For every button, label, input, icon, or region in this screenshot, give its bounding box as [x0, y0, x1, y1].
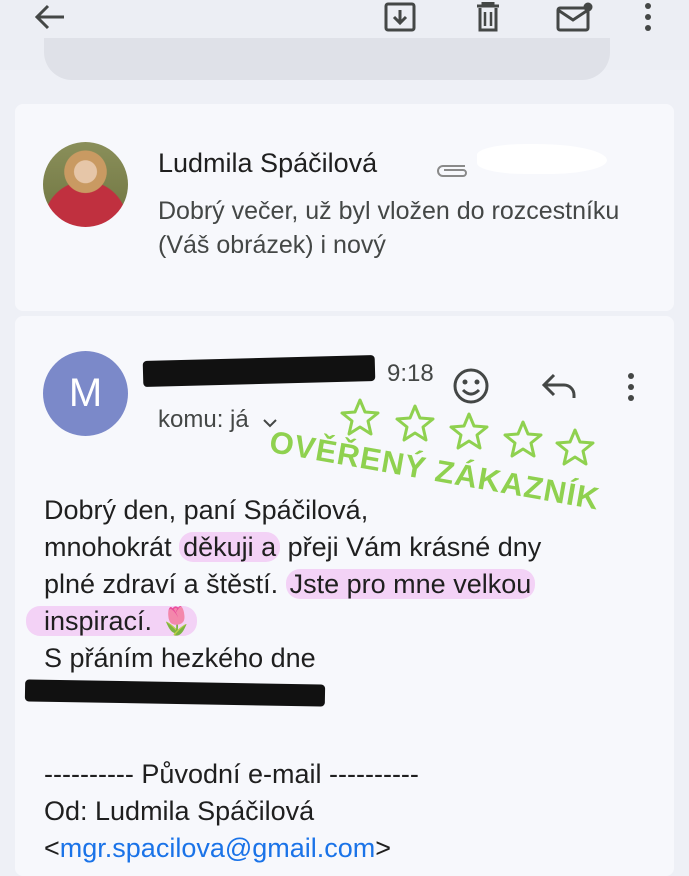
redaction	[24, 679, 326, 707]
archive-icon[interactable]	[380, 0, 420, 34]
body-line: S přáním hezkého dne	[44, 643, 316, 673]
paperclip-icon	[435, 160, 469, 183]
body-line: mnohokrát děkuji a přeji Vám krásné dny	[44, 532, 542, 562]
message-time: 9:18	[387, 360, 434, 387]
message-snippet: Dobrý večer, už byl vložen do rozcestník…	[158, 197, 620, 259]
search-pill	[44, 38, 610, 80]
delete-icon[interactable]	[468, 0, 508, 34]
recipients-label: komu: já	[158, 406, 249, 433]
from-line: Od: Ludmila Spáčilová	[44, 796, 315, 826]
sender-name: Ludmila Spáčilová	[158, 148, 378, 178]
back-arrow-icon[interactable]	[30, 0, 70, 34]
email-link[interactable]: mgr.spacilova@gmail.com	[60, 833, 376, 863]
body-line: plné zdraví a štěstí. Jste pro mne velko…	[44, 566, 664, 603]
original-email-block: ---------- Původní e-mail ---------- Od:…	[44, 756, 419, 867]
email-line: <mgr.spacilova@gmail.com>	[44, 833, 392, 863]
avatar: M	[43, 351, 128, 436]
mark-unread-icon[interactable]	[553, 0, 597, 34]
thread-item-card[interactable]: Ludmila Spáčilová Dobrý večer, už byl vl…	[15, 104, 674, 311]
message-body: Dobrý den, paní Spáčilová, mnohokrát děk…	[26, 492, 664, 677]
avatar	[43, 142, 128, 227]
redaction	[142, 354, 376, 388]
recipients-toggle[interactable]: komu: já	[158, 406, 278, 435]
message-card: M 9:18 komu: já OVĚŘENÝ ZÁKAZNÍK Dobrý d…	[15, 316, 674, 876]
original-header: ---------- Původní e-mail ----------	[44, 759, 419, 789]
body-line: inspirací. 🌷	[26, 603, 664, 640]
body-line: Dobrý den, paní Spáčilová,	[44, 495, 369, 525]
redaction	[477, 144, 607, 174]
more-vert-icon[interactable]	[636, 0, 660, 34]
